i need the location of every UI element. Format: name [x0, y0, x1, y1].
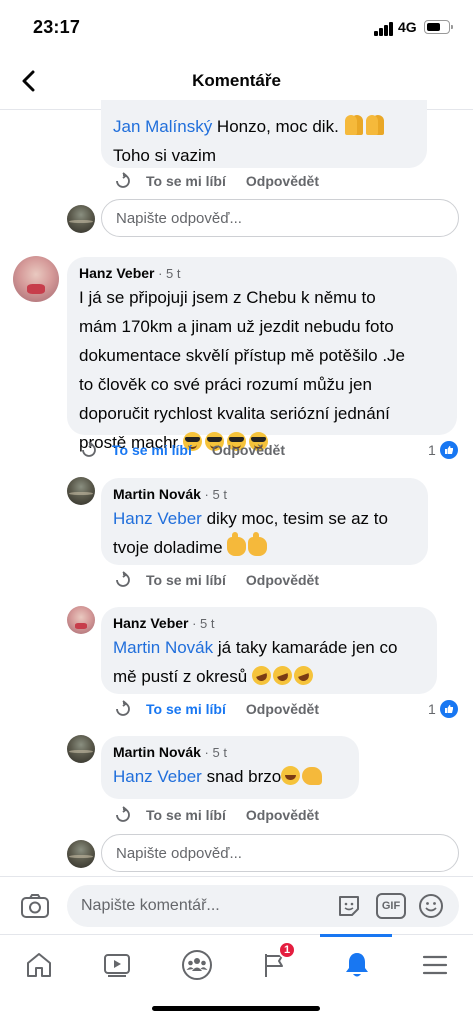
- video-icon: [104, 954, 130, 977]
- tab-bar: 1: [0, 934, 473, 994]
- share-icon[interactable]: [114, 700, 132, 718]
- like-count[interactable]: 1: [428, 439, 458, 461]
- tab-notifications[interactable]: [318, 935, 396, 995]
- avatar[interactable]: [13, 256, 59, 302]
- avatar[interactable]: [67, 735, 95, 763]
- thumbs-up-icon: [439, 441, 458, 459]
- reply-input[interactable]: Napište odpověď...: [101, 834, 459, 872]
- share-icon[interactable]: [114, 571, 132, 589]
- reply-input[interactable]: Napište odpověď...: [101, 199, 459, 237]
- notification-badge: 1: [278, 941, 296, 959]
- smile-emoji: [281, 766, 301, 785]
- tab-watch[interactable]: [78, 935, 156, 995]
- comment-actions: To se mi líbí Odpovědět: [114, 698, 319, 720]
- tab-home[interactable]: [0, 935, 78, 995]
- thumbs-up-emoji: [248, 532, 268, 556]
- muscle-emoji: [302, 767, 323, 785]
- pray-emoji: [344, 115, 357, 135]
- mention-link[interactable]: Jan Malínský: [113, 117, 212, 136]
- comment-time: 5 t: [212, 745, 227, 760]
- comment-bubble: Hanz Veber · 5 t Martin Novák já taky ka…: [101, 607, 437, 694]
- pray-emoji: [365, 115, 378, 135]
- sticker-icon[interactable]: [336, 893, 362, 919]
- bell-icon: [346, 953, 368, 977]
- comment-actions: To se mi líbí Odpovědět: [114, 569, 319, 591]
- comment-author[interactable]: Martin Novák: [113, 744, 201, 760]
- emoji-icon[interactable]: [418, 893, 444, 919]
- comment-bubble: Martin Novák · 5 t Hanz Veber diky moc, …: [101, 478, 428, 565]
- laughing-emoji: [249, 663, 274, 688]
- like-button[interactable]: To se mi líbí: [146, 572, 226, 588]
- like-button[interactable]: To se mi líbí: [146, 701, 226, 717]
- comment-composer: Napište komentář... GIF: [0, 876, 473, 934]
- avatar: [67, 840, 95, 868]
- network-label: 4G: [398, 19, 417, 35]
- tab-groups[interactable]: [158, 935, 236, 995]
- status-bar: 23:17 4G: [0, 0, 473, 56]
- comment-author[interactable]: Hanz Veber: [113, 615, 188, 631]
- comment-actions: To se mi líbí Odpovědět: [114, 170, 319, 192]
- reply-button[interactable]: Odpovědět: [212, 442, 285, 458]
- camera-icon[interactable]: [20, 891, 50, 921]
- laughing-emoji: [291, 663, 316, 688]
- avatar[interactable]: [67, 606, 95, 634]
- thumbs-up-icon: [439, 700, 458, 718]
- battery-icon: [424, 20, 453, 34]
- comment-actions: To se mi líbí Odpovědět: [80, 439, 285, 461]
- share-icon[interactable]: [80, 441, 98, 459]
- like-button[interactable]: To se mi líbí: [146, 807, 226, 823]
- avatar[interactable]: [67, 477, 95, 505]
- mention-link[interactable]: Martin Novák: [113, 638, 213, 657]
- comment-time: 5 t: [200, 616, 215, 631]
- comment-bubble: Martin Novák · 5 t Hanz Veber snad brzo: [101, 736, 359, 799]
- comment-bubble: Hanz Veber · 5 t I já se připojuji jsem …: [67, 257, 457, 452]
- share-icon[interactable]: [114, 806, 132, 824]
- comment-author[interactable]: Martin Novák: [113, 486, 201, 502]
- comment-actions: To se mi líbí Odpovědět: [114, 804, 319, 826]
- comment-time: 5 t: [212, 487, 227, 502]
- avatar: [67, 205, 95, 233]
- share-icon[interactable]: [114, 172, 132, 190]
- like-button[interactable]: To se mi líbí: [146, 173, 226, 189]
- reply-button[interactable]: Odpovědět: [246, 173, 319, 189]
- menu-icon: [422, 955, 448, 975]
- home-indicator: [152, 1006, 320, 1011]
- gif-button[interactable]: GIF: [376, 893, 406, 919]
- status-time: 23:17: [33, 17, 81, 37]
- reply-button[interactable]: Odpovědět: [246, 807, 319, 823]
- reply-button[interactable]: Odpovědět: [246, 701, 319, 717]
- reply-button[interactable]: Odpovědět: [246, 572, 319, 588]
- tab-menu[interactable]: [396, 935, 473, 995]
- like-button[interactable]: To se mi líbí: [112, 442, 192, 458]
- laughing-emoji: [270, 663, 295, 688]
- mention-link[interactable]: Hanz Veber: [113, 509, 202, 528]
- thumbs-up-emoji: [227, 532, 247, 556]
- comment-bubble: Jan Malínský Honzo, moc dik. Toho si vaz…: [101, 100, 427, 168]
- page-title: Komentáře: [192, 71, 281, 90]
- comment-time: 5 t: [166, 266, 181, 281]
- comment-author[interactable]: Hanz Veber: [79, 265, 154, 281]
- signal-icon: [374, 22, 394, 36]
- groups-icon: [182, 950, 212, 980]
- like-count[interactable]: 1: [428, 698, 458, 720]
- mention-link[interactable]: Hanz Veber: [113, 767, 202, 786]
- home-icon: [27, 953, 51, 977]
- tab-pages[interactable]: 1: [236, 935, 314, 995]
